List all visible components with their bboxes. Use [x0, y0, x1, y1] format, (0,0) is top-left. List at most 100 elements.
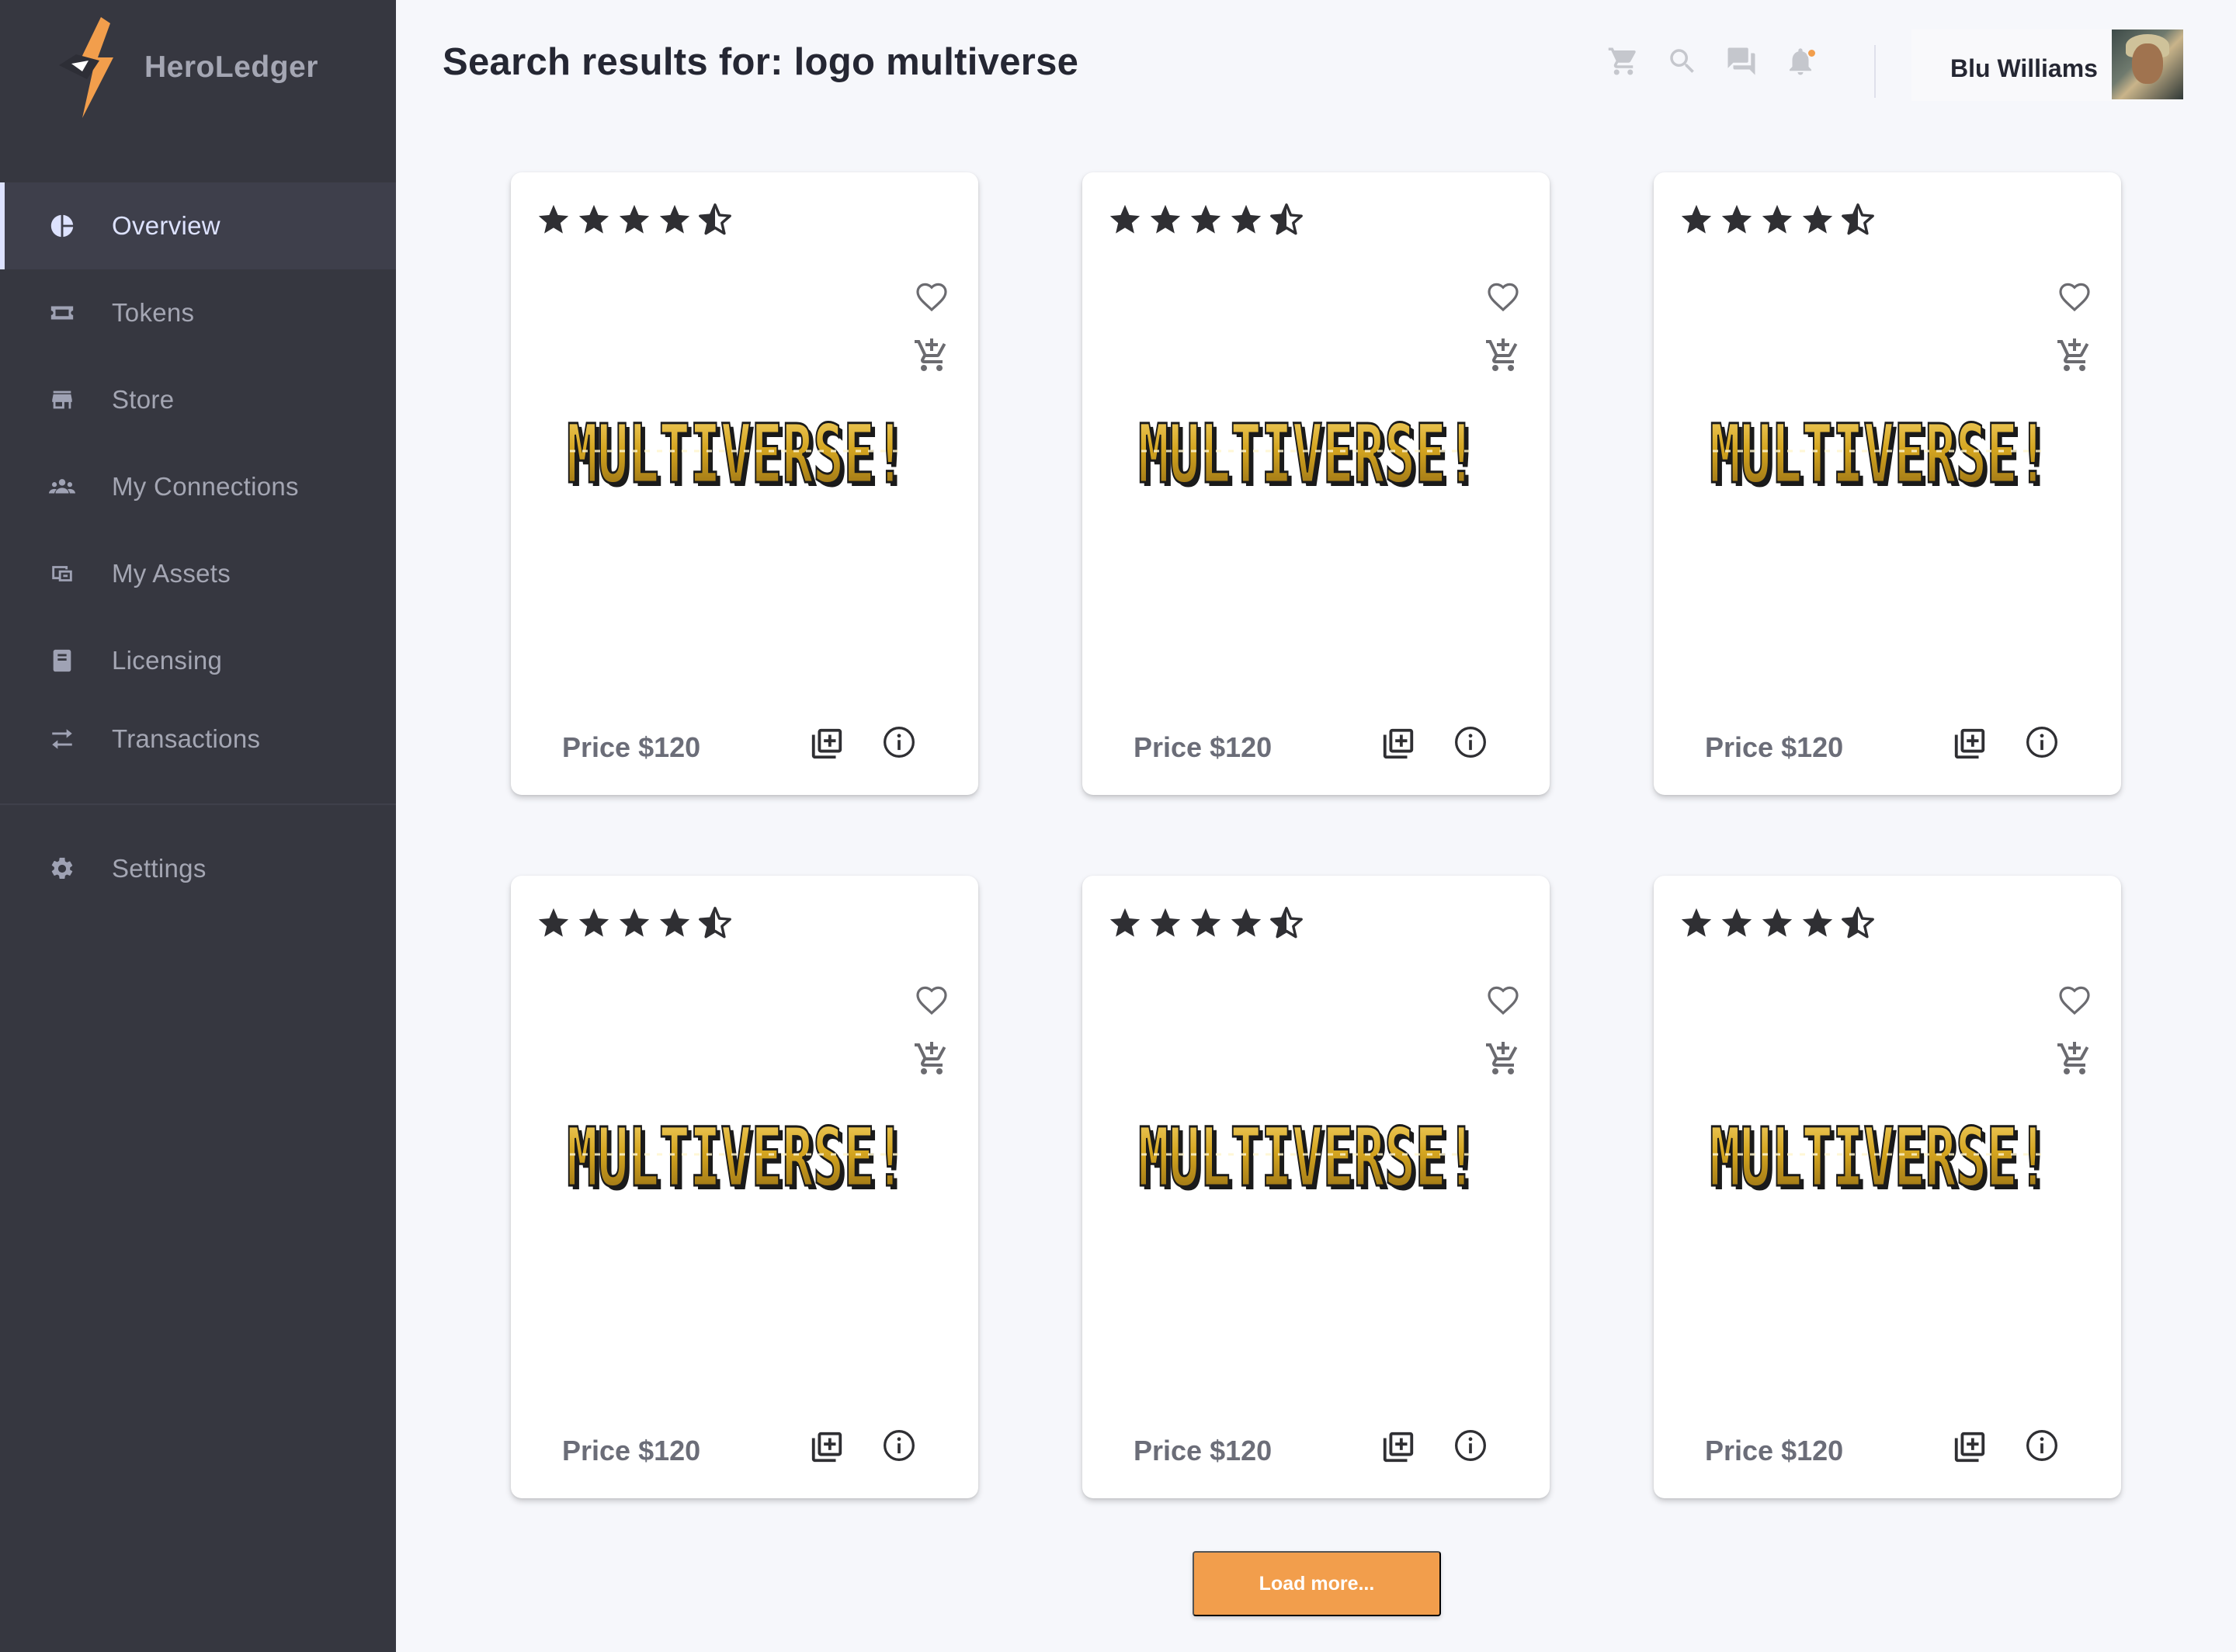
price-label: Price $120: [1134, 731, 1273, 763]
result-card[interactable]: MULTIVERSE! MULTIVERSE! Price $120: [511, 172, 978, 795]
pie-chart-icon: [48, 212, 76, 240]
sidebar-item-my-connections[interactable]: My Connections: [0, 443, 396, 530]
info-icon[interactable]: [882, 1428, 916, 1463]
multiverse-logo-image: MULTIVERSE!MULTIVERSE!: [566, 1119, 910, 1196]
add-to-collection-icon[interactable]: [1380, 725, 1416, 762]
star-icon: [1762, 908, 1793, 937]
star-icon: [538, 204, 569, 234]
star-icon: [578, 908, 609, 937]
sidebar-item-label: Transactions: [112, 724, 261, 753]
info-icon[interactable]: [1453, 1428, 1488, 1463]
star-icon: [1762, 204, 1793, 234]
sidebar-item-label: Tokens: [112, 298, 195, 327]
star-icon: [1150, 908, 1181, 937]
price-label: Price $120: [1705, 1435, 1844, 1466]
star-half-icon: [1270, 203, 1303, 235]
star-icon: [1109, 204, 1141, 234]
heart-outline-icon[interactable]: [2056, 278, 2093, 315]
add-to-cart-icon[interactable]: [2056, 1040, 2093, 1078]
multiverse-logo-image: MULTIVERSE!MULTIVERSE!: [566, 415, 910, 493]
star-icon: [1190, 204, 1221, 234]
add-to-cart-icon[interactable]: [913, 337, 950, 374]
header-divider: [1874, 45, 1876, 98]
rating-stars: [1107, 202, 1309, 238]
gear-icon: [48, 855, 76, 883]
star-icon: [1802, 908, 1833, 937]
star-icon: [1109, 908, 1141, 937]
cart-icon[interactable]: [1607, 45, 1644, 82]
store-icon: [48, 386, 76, 414]
multiverse-logo-image: MULTIVERSE!MULTIVERSE!: [1709, 1119, 2053, 1196]
people-icon: [48, 473, 76, 501]
svg-text:MULTIVERSE!: MULTIVERSE!: [1710, 1119, 2048, 1196]
chat-icon[interactable]: [1725, 45, 1762, 82]
info-icon[interactable]: [882, 725, 916, 759]
sidebar-item-my-assets[interactable]: My Assets: [0, 530, 396, 617]
heart-outline-icon[interactable]: [913, 981, 950, 1019]
star-half-icon: [1842, 907, 1874, 939]
star-icon: [1190, 908, 1221, 937]
brand[interactable]: HeroLedger: [56, 17, 318, 118]
sidebar-nav: Overview Tokens Store My Connections My …: [0, 182, 396, 912]
notification-badge: [1807, 48, 1817, 58]
price-label: Price $120: [1705, 731, 1844, 763]
rating-stars: [1107, 905, 1309, 941]
info-icon[interactable]: [1453, 725, 1488, 759]
star-icon: [1802, 204, 1833, 234]
svg-text:MULTIVERSE!: MULTIVERSE!: [1710, 415, 2048, 493]
add-to-collection-icon[interactable]: [1380, 1428, 1416, 1466]
heart-outline-icon[interactable]: [913, 278, 950, 315]
brand-name: HeroLedger: [144, 50, 318, 84]
result-card[interactable]: MULTIVERSE! MULTIVERSE! Price $120: [1654, 876, 2121, 1498]
svg-text:MULTIVERSE!: MULTIVERSE!: [567, 415, 905, 493]
star-icon: [619, 204, 650, 234]
star-icon: [1721, 204, 1752, 234]
result-card[interactable]: MULTIVERSE! MULTIVERSE! Price $120: [511, 876, 978, 1498]
info-icon[interactable]: [2025, 1428, 2059, 1463]
header-actions: [1607, 45, 1843, 82]
svg-text:MULTIVERSE!: MULTIVERSE!: [1138, 415, 1477, 493]
sidebar-item-overview[interactable]: Overview: [0, 182, 396, 269]
heart-outline-icon[interactable]: [1484, 278, 1522, 315]
info-icon[interactable]: [2025, 725, 2059, 759]
sidebar-divider: [0, 803, 396, 805]
star-icon: [619, 908, 650, 937]
add-to-collection-icon[interactable]: [809, 1428, 845, 1466]
heart-outline-icon[interactable]: [2056, 981, 2093, 1019]
star-icon: [1231, 908, 1262, 937]
add-to-collection-icon[interactable]: [1952, 1428, 1988, 1466]
sidebar-item-store[interactable]: Store: [0, 356, 396, 443]
sidebar-item-tokens[interactable]: Tokens: [0, 269, 396, 356]
star-icon: [1231, 204, 1262, 234]
price-label: Price $120: [562, 1435, 701, 1466]
sidebar-item-licensing[interactable]: Licensing: [0, 617, 396, 704]
user-menu[interactable]: Blu Williams: [1911, 30, 2183, 101]
heroledger-logo-icon: [59, 17, 113, 118]
add-to-cart-icon[interactable]: [1484, 337, 1522, 374]
add-to-collection-icon[interactable]: [809, 725, 845, 762]
ticket-icon: [48, 299, 76, 327]
star-icon: [1150, 204, 1181, 234]
bell-icon[interactable]: [1784, 45, 1821, 82]
add-to-collection-icon[interactable]: [1952, 725, 1988, 762]
load-more-button[interactable]: Load more...: [1193, 1551, 1441, 1616]
result-card[interactable]: MULTIVERSE! MULTIVERSE! Price $120: [1082, 876, 1550, 1498]
rating-stars: [536, 905, 738, 941]
heart-outline-icon[interactable]: [1484, 981, 1522, 1019]
avatar[interactable]: [2112, 30, 2183, 99]
sidebar-item-label: Overview: [112, 211, 220, 240]
add-to-cart-icon[interactable]: [2056, 337, 2093, 374]
svg-text:MULTIVERSE!: MULTIVERSE!: [1138, 1119, 1477, 1196]
sidebar-item-transactions[interactable]: Transactions: [0, 704, 396, 774]
search-icon[interactable]: [1666, 45, 1703, 82]
star-icon: [1681, 204, 1712, 234]
star-icon: [1721, 908, 1752, 937]
result-card[interactable]: MULTIVERSE! MULTIVERSE! Price $120: [1082, 172, 1550, 795]
multiverse-logo-image: MULTIVERSE!MULTIVERSE!: [1137, 1119, 1481, 1196]
result-card[interactable]: MULTIVERSE! MULTIVERSE! Price $120: [1654, 172, 2121, 795]
star-icon: [659, 204, 690, 234]
add-to-cart-icon[interactable]: [913, 1040, 950, 1078]
add-to-cart-icon[interactable]: [1484, 1040, 1522, 1078]
sidebar-item-settings[interactable]: Settings: [0, 825, 396, 912]
star-half-icon: [699, 907, 731, 939]
